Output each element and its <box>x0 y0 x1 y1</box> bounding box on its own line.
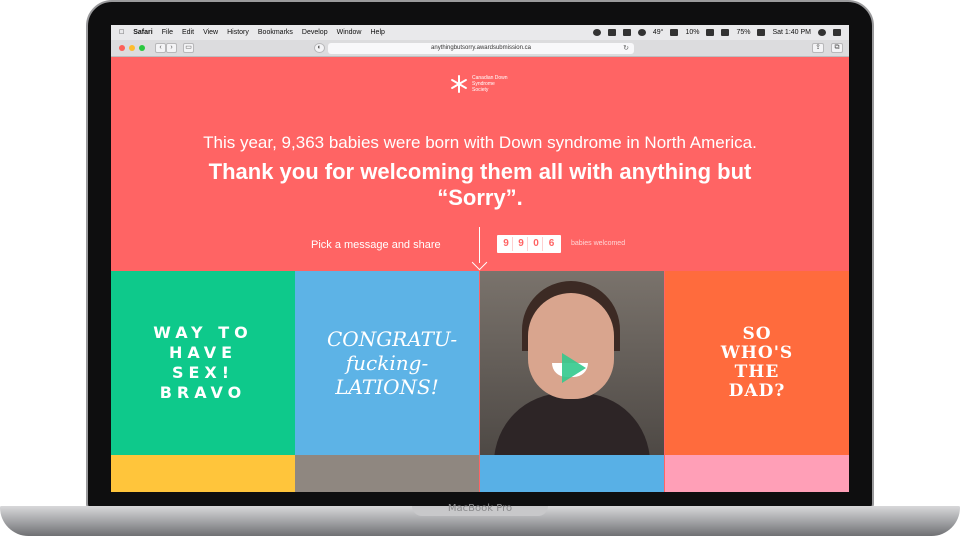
tile-text: CONGRATU-fucking-LATIONS! <box>327 327 458 399</box>
zoom-button[interactable] <box>139 45 145 51</box>
site-logo[interactable]: Canadian Down Syndrome Society <box>450 75 512 93</box>
screen:  Safari File Edit View History Bookmark… <box>111 25 849 492</box>
forward-icon[interactable]: › <box>166 43 177 53</box>
tile-row2-photo[interactable] <box>295 455 479 492</box>
menu-view[interactable]: View <box>203 29 218 36</box>
status-icon[interactable] <box>592 29 601 36</box>
battery-a-text: 10% <box>685 29 700 36</box>
welcome-counter: 9 9 0 6 <box>497 235 561 253</box>
search-icon[interactable] <box>818 29 826 36</box>
device-label: MacBook Pro <box>447 503 513 514</box>
apple-icon[interactable]:  <box>119 29 124 36</box>
menu-safari[interactable]: Safari <box>133 29 152 36</box>
wifi-icon[interactable] <box>706 29 715 36</box>
headline: This year, 9,363 babies were born with D… <box>203 133 757 152</box>
video-thumbnail <box>480 271 664 455</box>
mac-menubar:  Safari File Edit View History Bookmark… <box>111 25 849 40</box>
temperature-text: 49° <box>652 29 664 36</box>
browser-toolbar: ‹ › ▭ ◐ anythingbutsorry.awardsubmission… <box>111 40 849 57</box>
back-icon[interactable]: ‹ <box>155 43 166 53</box>
bluetooth-icon[interactable] <box>670 29 679 36</box>
tile-text: SO WHO'S THE DAD? <box>720 324 794 401</box>
window-controls <box>119 45 145 51</box>
menu-window[interactable]: Window <box>337 29 362 36</box>
address-url: anythingbutsorry.awardsubmission.ca <box>431 45 531 51</box>
menu-file[interactable]: File <box>162 29 173 36</box>
web-page: Canadian Down Syndrome Society This year… <box>111 57 849 492</box>
counter-digit: 9 <box>500 237 513 251</box>
sidebar-icon[interactable]: ▭ <box>183 43 194 53</box>
arrow-head <box>471 254 488 271</box>
privacy-icon[interactable]: ◐ <box>314 43 325 53</box>
menu-bookmarks[interactable]: Bookmarks <box>258 29 293 36</box>
tile-congratulations[interactable]: CONGRATU-fucking-LATIONS! <box>295 271 479 455</box>
tile-way-to-have-sex[interactable]: WAY TO HAVE SEX! BRAVO <box>111 271 295 455</box>
tile-text: WAY TO HAVE SEX! BRAVO <box>153 323 253 402</box>
battery-b-text: 75% <box>736 29 751 36</box>
weather-icon[interactable] <box>637 29 646 36</box>
menubar-status: 49° 10% 75% Sat 1:40 PM <box>592 29 849 36</box>
list-icon[interactable] <box>833 29 841 36</box>
counter-digit: 9 <box>515 237 528 251</box>
tile-whos-the-dad[interactable]: SO WHO'S THE DAD? <box>665 271 849 455</box>
reload-icon[interactable]: ↻ <box>623 43 629 54</box>
share-row: Pick a message and share 9 9 0 6 babies … <box>111 227 849 271</box>
dropbox-icon[interactable] <box>607 29 616 36</box>
clock-text[interactable]: Sat 1:40 PM <box>772 29 811 36</box>
tile-row2-blue[interactable] <box>480 455 664 492</box>
tabs-icon[interactable]: ⧉ <box>831 43 843 53</box>
counter-digit: 0 <box>530 237 543 251</box>
toolbar-right: ⇪ ⧉ <box>809 43 843 53</box>
asterisk-icon <box>450 75 468 93</box>
address-bar[interactable]: anythingbutsorry.awardsubmission.ca ↻ <box>328 43 634 54</box>
minimize-button[interactable] <box>129 45 135 51</box>
menu-help[interactable]: Help <box>371 29 385 36</box>
subheadline: Thank you for welcoming them all with an… <box>208 159 752 210</box>
counter-digit: 6 <box>545 237 558 251</box>
tile-video[interactable] <box>480 271 664 455</box>
pick-message-label: Pick a message and share <box>311 239 441 251</box>
menu-develop[interactable]: Develop <box>302 29 328 36</box>
tile-row2-pink[interactable] <box>665 455 849 492</box>
share-icon[interactable]: ⇪ <box>812 43 824 53</box>
lock-icon[interactable] <box>622 29 631 36</box>
play-icon[interactable] <box>562 353 586 383</box>
photo-shirt <box>494 393 650 455</box>
counter-label: babies welcomed <box>571 240 626 247</box>
tile-row2-yellow[interactable] <box>111 455 295 492</box>
volume-icon[interactable] <box>721 29 730 36</box>
laptop-frame: MacBook Pro  Safari File Edit View Hist… <box>0 0 960 546</box>
menu-history[interactable]: History <box>227 29 249 36</box>
menu-edit[interactable]: Edit <box>182 29 194 36</box>
battery-icon[interactable] <box>757 29 766 36</box>
logo-text: Canadian Down Syndrome Society <box>472 75 508 93</box>
message-tiles: WAY TO HAVE SEX! BRAVO CONGRATU-fucking-… <box>111 271 849 492</box>
close-button[interactable] <box>119 45 125 51</box>
photo-face <box>528 293 614 399</box>
